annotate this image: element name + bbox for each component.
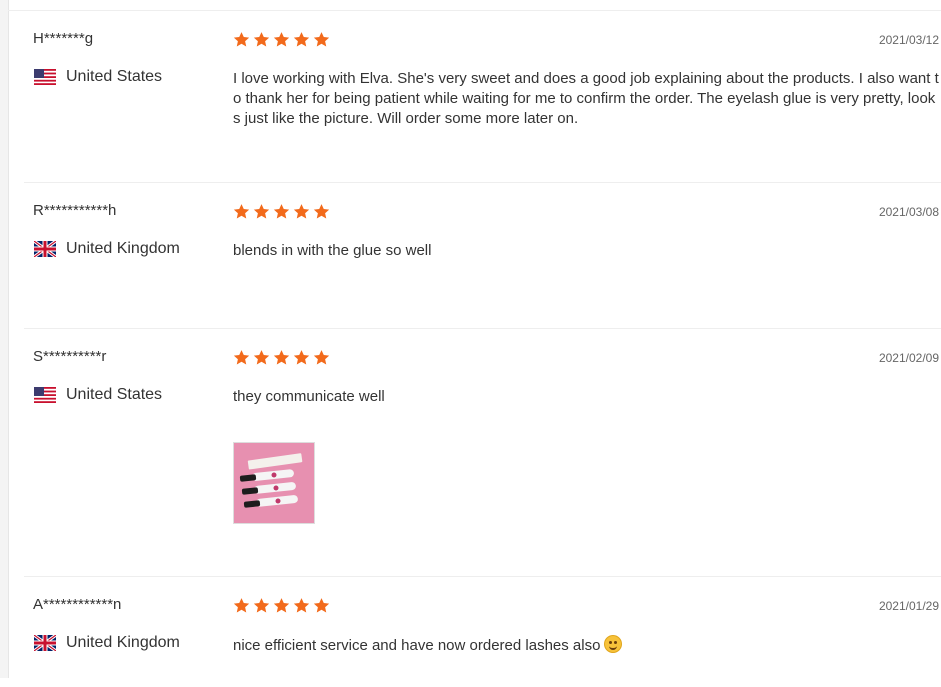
star-icon (313, 204, 330, 219)
reviewer-name: H*******g (33, 30, 94, 47)
country-label: United States (66, 386, 163, 403)
review-text: nice efficient service and have now orde… (233, 635, 939, 656)
review-text: blends in with the glue so well (233, 242, 432, 259)
reviewer-name: S**********r (33, 348, 107, 365)
star-icon (233, 204, 250, 219)
country-label: United Kingdom (66, 240, 180, 257)
star-icon (253, 350, 270, 365)
star-icon (293, 350, 310, 365)
star-rating (233, 597, 330, 614)
star-icon (233, 350, 250, 365)
smiling-face-icon (604, 635, 623, 653)
star-icon (313, 32, 330, 47)
star-icon (273, 350, 290, 365)
star-icon (273, 598, 290, 613)
review-date: 2021/03/08 (878, 205, 939, 219)
review-item: A************n United Kingdom 2021/01/29… (24, 577, 941, 687)
reviewer-country: United States (34, 68, 162, 86)
us-flag-icon (34, 387, 56, 403)
star-rating (233, 31, 330, 48)
review-item: H*******g United States 2021/03/12 I lov… (24, 11, 941, 183)
star-icon (313, 598, 330, 613)
review-item: R***********h United Kingdom 2021/03/08 … (24, 183, 941, 329)
review-text-content: nice efficient service and have now orde… (233, 637, 601, 654)
country-label: United States (66, 68, 163, 85)
reviewer-country: United States (34, 386, 162, 404)
review-text: I love working with Elva. She's very swe… (233, 70, 939, 127)
uk-flag-icon (34, 241, 56, 257)
reviewer-country: United Kingdom (34, 634, 180, 652)
review-date: 2021/03/12 (878, 33, 939, 47)
star-icon (253, 32, 270, 47)
reviewer-name: A************n (33, 596, 122, 613)
country-label: United Kingdom (66, 634, 180, 651)
review-item: S**********r United States 2021/02/09 th… (24, 329, 941, 577)
review-date: 2021/01/29 (878, 599, 939, 613)
uk-flag-icon (34, 635, 56, 651)
reviewer-country: United Kingdom (34, 240, 180, 258)
star-icon (293, 32, 310, 47)
product-photo (234, 443, 314, 523)
review-text: they communicate well (233, 388, 385, 405)
star-icon (293, 204, 310, 219)
star-icon (253, 598, 270, 613)
reviewer-name: R***********h (33, 202, 117, 219)
star-icon (313, 350, 330, 365)
review-photo-thumbnail[interactable] (233, 442, 315, 524)
star-rating (233, 203, 330, 220)
us-flag-icon (34, 69, 56, 85)
review-date: 2021/02/09 (878, 351, 939, 365)
star-icon (273, 32, 290, 47)
star-icon (293, 598, 310, 613)
star-icon (253, 204, 270, 219)
star-icon (273, 204, 290, 219)
star-icon (233, 598, 250, 613)
page-left-rail (0, 0, 9, 678)
star-icon (233, 32, 250, 47)
star-rating (233, 349, 330, 366)
